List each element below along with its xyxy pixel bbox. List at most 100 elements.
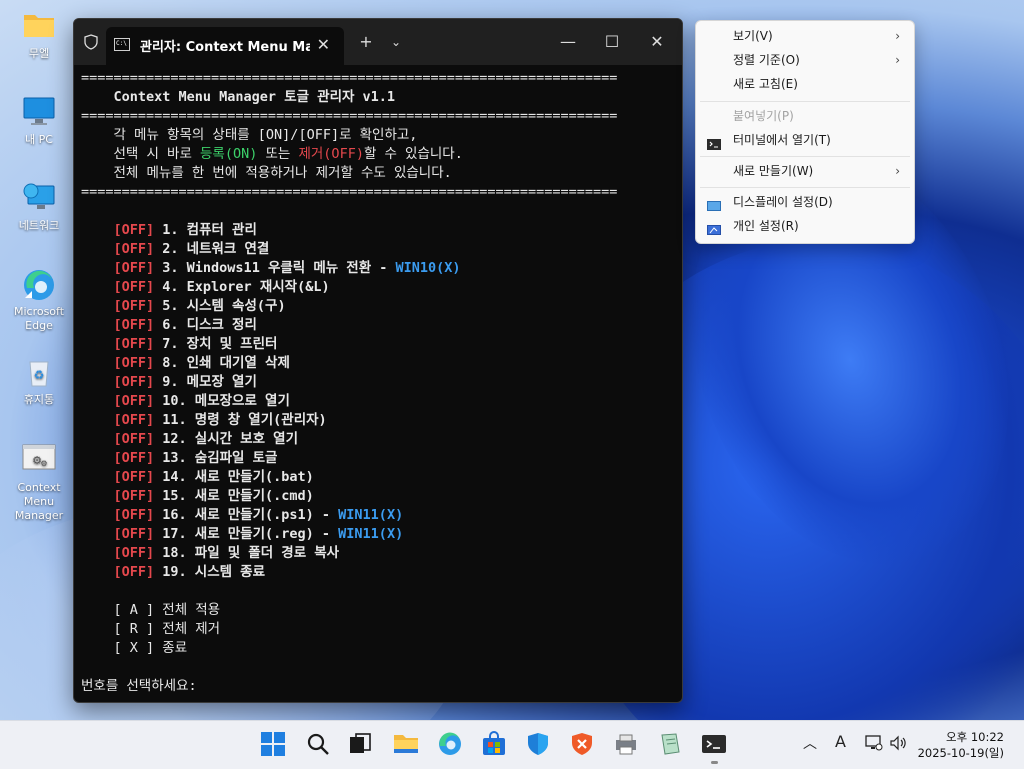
status-badge: [OFF]	[113, 260, 155, 276]
menu-item: [OFF] 11. 명령 창 열기(관리자)	[81, 411, 682, 430]
antivirus-button[interactable]	[569, 731, 597, 759]
start-button[interactable]	[260, 731, 288, 759]
terminal-taskbar-button[interactable]	[701, 731, 729, 764]
menu-item-label: 정렬 기준(O)	[733, 53, 800, 67]
ime-indicator[interactable]: A	[835, 732, 846, 751]
desktop-icon-context-menu-manager[interactable]: ⚙ ⚙ Context Menu Manager	[9, 444, 69, 523]
menu-item: [OFF] 12. 실시간 보호 열기	[81, 430, 682, 449]
status-badge: [OFF]	[113, 355, 155, 371]
menu-item-label: 19. 시스템 종료	[154, 564, 266, 580]
edge-icon	[22, 268, 56, 302]
status-badge: [OFF]	[113, 431, 155, 447]
menu-item-label: 터미널에서 열기(T)	[733, 133, 831, 147]
status-badge: [OFF]	[113, 564, 155, 580]
notepad-button[interactable]	[657, 731, 685, 759]
taskbar: ︿ A 오후 10:22 2025-10-19(일)	[0, 720, 1024, 769]
monitor-icon	[22, 96, 56, 130]
task-view-icon	[350, 733, 371, 753]
desktop-icon-label: 휴지통	[23, 393, 55, 406]
new-tab-button[interactable]: +	[352, 28, 380, 56]
store-icon	[483, 731, 505, 755]
intro-text: 또는	[257, 146, 299, 162]
menu-item-label: 3. Windows11 우클릭 메뉴 전환 -	[154, 260, 396, 276]
defender-button[interactable]	[525, 731, 553, 759]
status-badge: [OFF]	[113, 450, 155, 466]
network-status-icon[interactable]	[865, 734, 883, 756]
input-prompt-line[interactable]: 번호를 선택하세요:	[81, 677, 682, 696]
menu-item: [OFF] 9. 메모장 열기	[81, 373, 682, 392]
menu-item-note: WIN11(X)	[338, 507, 404, 523]
desktop-icon-label: 무엘	[28, 47, 50, 60]
edge-button[interactable]	[437, 731, 465, 759]
volume-icon[interactable]	[889, 734, 907, 756]
terminal-titlebar[interactable]: C:\ 관리자: Context Menu Manag ✕ + ⌄ — ☐ ✕	[74, 19, 682, 65]
menu-item-label: 18. 파일 및 폴더 경로 복사	[154, 545, 340, 561]
search-button[interactable]	[305, 731, 333, 759]
status-badge: [OFF]	[113, 336, 155, 352]
printer-icon	[616, 734, 636, 755]
menu-item-refresh[interactable]: 새로 고침(E)	[696, 72, 914, 96]
desktop-icon-recycle-bin[interactable]: ♻ 휴지통	[9, 356, 69, 407]
tab-close-icon[interactable]: ✕	[317, 35, 330, 54]
menu-item: [OFF] 19. 시스템 종료	[81, 563, 682, 582]
tab-dropdown-chevron-icon[interactable]: ⌄	[382, 28, 410, 56]
status-badge: [OFF]	[113, 298, 155, 314]
menu-item-personalize[interactable]: 개인 설정(R)	[696, 214, 914, 238]
shield-icon	[528, 733, 548, 755]
menu-item: [OFF] 13. 숨김파일 토글	[81, 449, 682, 468]
menu-item-label: 새로 만들기(W)	[733, 164, 814, 178]
menu-item: [OFF] 10. 메모장으로 열기	[81, 392, 682, 411]
on-label: 등록(ON)	[200, 146, 258, 162]
minimize-button[interactable]: —	[554, 28, 582, 56]
desktop-icon-label: Microsoft Edge	[13, 305, 65, 332]
menu-item-label: 6. 디스크 정리	[154, 317, 257, 333]
separator-line: ========================================…	[81, 70, 618, 86]
tab-admin-terminal[interactable]: C:\ 관리자: Context Menu Manag ✕	[106, 27, 344, 65]
desktop-icon-network[interactable]: 네트워크	[9, 182, 69, 233]
intro-line-3: 전체 메뉴를 한 번에 적용하거나 제거할 수도 있습니다.	[81, 165, 452, 181]
store-button[interactable]	[481, 731, 509, 759]
menu-item-paste: 붙여넣기(P)	[696, 104, 914, 128]
menu-item-label: 7. 장치 및 프린터	[154, 336, 278, 352]
task-view-button[interactable]	[347, 731, 375, 759]
menu-item-new[interactable]: 새로 만들기(W) ›	[696, 159, 914, 183]
desktop-icon-folder[interactable]: 무엘	[9, 10, 69, 61]
menu-item-label: 보기(V)	[733, 29, 773, 43]
status-badge: [OFF]	[113, 469, 155, 485]
terminal-window[interactable]: C:\ 관리자: Context Menu Manag ✕ + ⌄ — ☐ ✕ …	[73, 18, 683, 703]
menu-item-sort[interactable]: 정렬 기준(O) ›	[696, 48, 914, 72]
intro-text: 할 수 있습니다.	[363, 146, 463, 162]
desktop-icon-label: 네트워크	[18, 219, 60, 232]
menu-item-display-settings[interactable]: 디스플레이 설정(D)	[696, 190, 914, 214]
network-icon	[22, 182, 56, 216]
menu-item-note: WIN10(X)	[395, 260, 461, 276]
menu-item: [OFF] 16. 새로 만들기(.ps1) - WIN11(X)	[81, 506, 682, 525]
intro-text: 선택 시 바로	[81, 146, 200, 162]
close-window-button[interactable]: ✕	[643, 28, 671, 56]
printer-app-button[interactable]	[613, 731, 641, 759]
chevron-up-icon[interactable]: ︿	[803, 733, 817, 753]
system-clock[interactable]: 오후 10:22 2025-10-19(일)	[918, 729, 1004, 761]
menu-item-open-terminal[interactable]: 터미널에서 열기(T)	[696, 128, 914, 152]
separator-line: ========================================…	[81, 108, 618, 124]
option-exit: [ X ] 종료	[81, 640, 188, 656]
status-badge: [OFF]	[113, 317, 155, 333]
menu-item-label: 16. 새로 만들기(.ps1) -	[154, 507, 339, 523]
menu-item: [OFF] 18. 파일 및 폴더 경로 복사	[81, 544, 682, 563]
menu-item-view[interactable]: 보기(V) ›	[696, 24, 914, 48]
menu-item-label: 10. 메모장으로 열기	[154, 393, 290, 409]
file-explorer-button[interactable]	[392, 731, 420, 759]
menu-item-label: 5. 시스템 속성(구)	[154, 298, 286, 314]
intro-line-2: 선택 시 바로 등록(ON) 또는 제거(OFF)할 수 있습니다.	[81, 145, 682, 164]
desktop-icon-edge[interactable]: Microsoft Edge	[9, 268, 69, 333]
status-badge: [OFF]	[113, 412, 155, 428]
maximize-button[interactable]: ☐	[598, 28, 626, 56]
menu-item: [OFF] 4. Explorer 재시작(&L)	[81, 278, 682, 297]
input-prompt: 번호를 선택하세요:	[81, 678, 197, 694]
desktop-icon-this-pc[interactable]: 내 PC	[9, 96, 69, 147]
terminal-output[interactable]: ========================================…	[74, 65, 682, 702]
menu-item-label: 2. 네트워크 연결	[154, 241, 270, 257]
menu-separator	[700, 156, 910, 157]
